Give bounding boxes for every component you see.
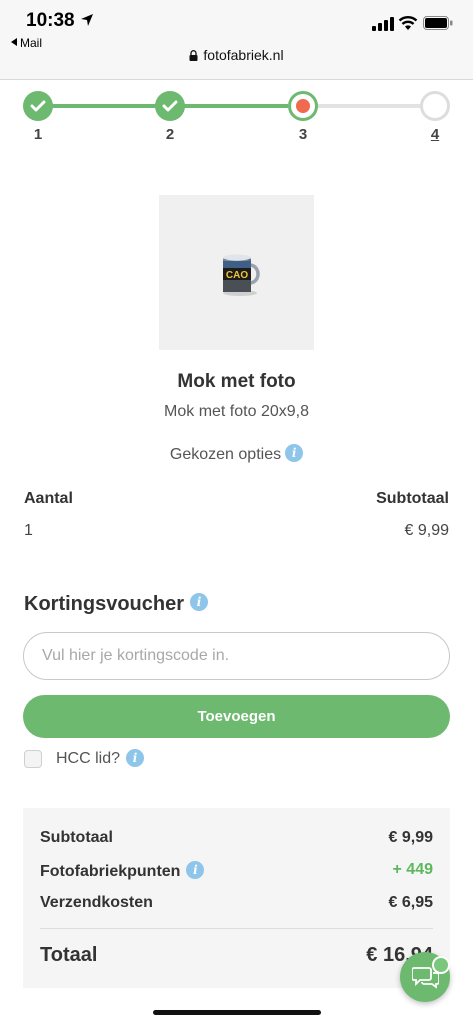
- add-voucher-button[interactable]: Toevoegen: [23, 695, 450, 738]
- url-bar[interactable]: fotofabriek.nl: [0, 47, 473, 63]
- total-label: Totaal: [40, 944, 98, 966]
- mug-print-text: CAO: [226, 270, 248, 281]
- hcc-member-checkbox[interactable]: [24, 750, 42, 768]
- step-1-label[interactable]: 1: [28, 126, 48, 143]
- summary-points-label: Fotofabriekpunten i: [40, 861, 205, 881]
- battery-icon: [423, 16, 453, 30]
- step-connector: [316, 104, 422, 108]
- clock-time: 10:38: [26, 10, 75, 31]
- checkmark-icon: [30, 100, 46, 112]
- lock-icon: [189, 50, 198, 61]
- checkmark-icon: [162, 100, 178, 112]
- voucher-section-title: Kortingsvoucher i: [24, 593, 209, 616]
- product-subtitle: Mok met foto 20x9,8: [164, 403, 309, 420]
- points-label-text: Fotofabriekpunten: [40, 863, 181, 880]
- hcc-member-field[interactable]: HCC lid? i: [56, 749, 145, 768]
- step-connector: [52, 104, 156, 108]
- info-icon[interactable]: i: [186, 861, 205, 879]
- checkout-stepper: 1 2 3 4: [0, 84, 473, 154]
- chat-online-indicator: [432, 956, 450, 974]
- wifi-icon: [398, 16, 418, 30]
- quantity-header: Aantal: [24, 490, 73, 507]
- voucher-code-input[interactable]: [23, 632, 450, 680]
- summary-subtotal-value: € 9,99: [388, 829, 433, 846]
- summary-shipping-label: Verzendkosten: [40, 894, 153, 911]
- info-icon[interactable]: i: [126, 749, 145, 767]
- subtotal-header: Subtotaal: [376, 490, 449, 507]
- summary-points-value: + 449: [392, 861, 433, 878]
- step-3-circle: [288, 91, 318, 121]
- location-arrow-icon: [81, 14, 93, 26]
- summary-divider: [40, 928, 433, 929]
- chosen-options-label: Gekozen opties: [169, 446, 282, 463]
- summary-shipping-value: € 6,95: [388, 894, 433, 911]
- info-icon[interactable]: i: [190, 593, 209, 611]
- step-3-label: 3: [298, 126, 308, 143]
- current-step-dot: [296, 99, 310, 113]
- hcc-member-label: HCC lid?: [56, 750, 121, 767]
- chosen-options-link[interactable]: Gekozen opties i: [0, 444, 473, 464]
- cellular-signal-icon: [372, 17, 394, 31]
- product-title: Mok met foto: [177, 371, 296, 392]
- url-text: fotofabriek.nl: [203, 47, 284, 63]
- info-icon[interactable]: i: [285, 444, 304, 462]
- order-summary: Subtotaal € 9,99 Fotofabriekpunten i + 44…: [23, 808, 450, 988]
- voucher-title-text: Kortingsvoucher: [24, 593, 185, 615]
- home-indicator[interactable]: [153, 1010, 321, 1015]
- step-1-circle[interactable]: [23, 91, 53, 121]
- step-2-circle[interactable]: [155, 91, 185, 121]
- subtotal-value: € 9,99: [404, 522, 449, 539]
- quantity-value: 1: [24, 522, 33, 539]
- step-connector: [184, 104, 288, 108]
- back-triangle-icon: [11, 38, 17, 46]
- mug-photo-image: CAO: [223, 254, 260, 296]
- step-4-label[interactable]: 4: [425, 126, 445, 143]
- browser-status-bar: 10:38 Mail fotofabriek.nl: [0, 0, 473, 80]
- summary-subtotal-label: Subtotaal: [40, 829, 113, 846]
- step-2-label[interactable]: 2: [160, 126, 180, 143]
- step-4-circle: [420, 91, 450, 121]
